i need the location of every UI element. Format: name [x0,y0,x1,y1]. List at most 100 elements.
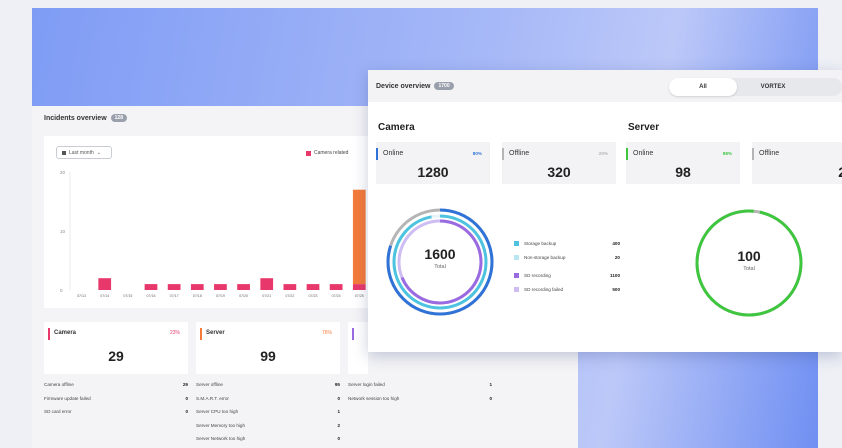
card-value: 29 [108,348,124,364]
legend-label: Camera related [314,150,349,156]
bar-segment[interactable] [98,278,112,290]
legend-label: SD recording failed [524,286,564,292]
legend-item: Storage backup 400 [514,236,620,250]
list-item-value: 0 [185,395,188,401]
x-tick-label: 07/19 [216,294,225,298]
bar-segment[interactable] [352,189,366,285]
device-filter-tabs: All VORTEX [669,78,842,96]
list-item-label: S.M.A.R.T. error [196,395,229,401]
online-accent [376,148,378,160]
x-tick-label: 07/20 [239,294,248,298]
offline-accent [752,148,754,160]
other-incident-card[interactable] [348,322,368,374]
camera-section-title: Camera [378,122,415,133]
bar-segment[interactable] [144,284,158,290]
x-tick-label: 07/18 [193,294,202,298]
card-label: Camera [54,330,77,336]
tab-all[interactable]: All [669,78,737,96]
bar-segment[interactable] [237,284,250,290]
server-incident-card[interactable]: Server 76% 99 [196,322,340,374]
incidents-title-text: Incidents overview [44,114,107,122]
legend-label: Storage backup [524,240,557,246]
bar-segment[interactable] [214,284,227,290]
legend-camera-related: Camera related [306,150,348,156]
legend-item: Non-storage backup 20 [514,250,620,264]
bar-segment[interactable] [260,278,274,290]
server-incident-list: Server offline 95 S.M.A.R.T. error 0 Serve… [196,378,340,446]
server-online-card[interactable]: Online 98% 98 [626,142,740,184]
list-item-value: 1 [489,382,492,388]
y-tick-label: 10 [60,229,66,234]
device-title-text: Device overview [376,82,431,90]
stat-label: Offline [759,150,780,157]
device-overview-header: Device overview 1700 All VORTEX [368,70,842,102]
legend-swatch [514,254,519,260]
list-item-label: Server offline [196,382,223,388]
legend-value: 400 [612,240,620,246]
stat-value: 1280 [417,164,449,180]
list-item-label: Server Memory too high [196,422,246,428]
server-section-title: Server [628,122,660,133]
stat-value: 320 [547,164,571,180]
list-item-label: Server login failed [348,382,385,388]
card-accent [352,328,354,340]
list-item-label: Firmware update failed [44,395,91,401]
card-accent [200,328,202,340]
list-item-value: 95 [334,382,340,388]
bar-segment[interactable] [283,284,297,290]
range-dropdown-label: Last month [69,149,94,156]
server-donut-chart: 100 Total [694,208,804,318]
legend-label: SD recording [524,272,551,278]
list-item-value: 0 [337,395,340,401]
x-tick-label: 07/24 [332,294,341,298]
bar-segment[interactable] [167,284,181,290]
stat-percent: 80% [472,151,482,156]
list-item-label: Server CPU too high [196,409,239,415]
card-value: 99 [260,348,276,364]
server-total-label: Total [743,266,755,272]
stat-value: 2 [816,164,842,180]
list-item-value: 1 [337,409,340,415]
list-item-label: Camera offline [44,382,74,388]
bar-segment[interactable] [306,284,320,290]
device-overview-panel: Device overview 1700 All VORTEX Camera O… [368,70,842,352]
online-accent [626,148,628,160]
server-total-value: 100 [737,248,761,264]
server-donut-center: 100 Total [694,248,804,272]
x-tick-label: 07/14 [100,294,109,298]
list-item: Camera offline 29 [44,378,188,392]
card-percent: 23% [169,330,180,336]
x-tick-label: 07/25 [355,294,364,298]
y-tick-label: 20 [60,170,66,175]
x-tick-label: 07/17 [170,294,179,298]
bar-segment[interactable] [190,284,204,290]
camera-incident-list: Camera offline 29 Firmware update failed 0… [44,378,188,419]
x-tick-label: 07/15 [123,294,132,298]
stat-label: Offline [509,150,530,157]
camera-offline-card[interactable]: Offline 20% 320 [502,142,616,184]
stat-label: Online [383,150,404,157]
list-item-label: Network session too high [348,395,400,401]
bar-segment[interactable] [329,284,343,290]
bar-segment[interactable] [352,284,366,290]
camera-online-card[interactable]: Online 80% 1280 [376,142,490,184]
legend-swatch [306,150,311,156]
tab-vortex[interactable]: VORTEX [739,78,807,96]
list-item: Server CPU too high 1 [196,405,340,419]
legend-swatch [514,286,519,292]
chevron-down-icon: ⌄ [96,149,101,156]
camera-donut-legend: Storage backup 400 Non-storage backup 20 S… [514,236,620,296]
list-item-label: SD card error [44,409,72,415]
legend-swatch [514,240,519,246]
card-accent [48,328,50,340]
camera-incident-card[interactable]: Camera 23% 29 [44,322,188,374]
range-dropdown[interactable]: Last month ⌄ [56,146,112,159]
legend-value: 20 [614,254,620,260]
x-tick-label: 07/21 [262,294,271,298]
list-item-label: Server Network too high [196,436,246,442]
offline-accent [502,148,504,160]
list-item: Server Network too high 0 [196,432,340,446]
list-item-value: 2 [337,422,340,428]
server-offline-card[interactable]: Offline 2 [752,142,842,184]
camera-total-value: 1600 [424,246,456,262]
